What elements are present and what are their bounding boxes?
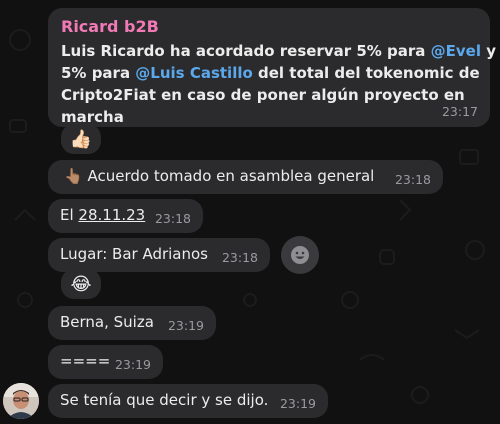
- message-time: 23:18: [154, 211, 191, 226]
- message-text: Lugar: Bar Adrianos: [60, 245, 209, 263]
- message-time: 23:19: [167, 318, 204, 333]
- add-reaction-button[interactable]: [281, 236, 319, 274]
- message-text: Se tenía que decir y se dijo.: [60, 391, 269, 409]
- sender-name[interactable]: Ricard b2B: [61, 16, 478, 40]
- reaction-thumbs-up[interactable]: 👍🏻: [61, 124, 101, 154]
- message-bubble-1[interactable]: Ricard b2B Luis Ricardo ha acordado rese…: [48, 8, 496, 127]
- mention-evel[interactable]: @Evel: [431, 42, 481, 60]
- mention-luis-castillo[interactable]: @Luis Castillo: [135, 64, 253, 82]
- laughing-icon: 😂: [70, 273, 92, 295]
- reaction-laughing[interactable]: 😂: [61, 269, 101, 299]
- sender-avatar[interactable]: [3, 383, 39, 419]
- pointing-up-icon: 👆🏽: [64, 167, 83, 185]
- date-link[interactable]: 28.11.23: [78, 206, 145, 224]
- message-bubble-5[interactable]: Berna, Suiza 23:19: [48, 306, 216, 340]
- message-time: 23:18: [394, 172, 431, 187]
- message-text: Berna, Suiza: [60, 313, 154, 331]
- message-bubble-4[interactable]: Lugar: Bar Adrianos 23:18: [48, 238, 270, 272]
- message-bubble-3[interactable]: El 28.11.23 23:18: [48, 199, 203, 233]
- smiley-icon: [291, 246, 309, 264]
- message-time: 23:19: [114, 357, 151, 372]
- avatar-photo: [3, 383, 39, 419]
- message-time: 23:17: [441, 104, 478, 119]
- message-bubble-2[interactable]: 👆🏽 Acuerdo tomado en asamblea general 23…: [48, 160, 443, 194]
- message-text: ====: [60, 352, 111, 370]
- message-bubble-7[interactable]: Se tenía que decir y se dijo. 23:19: [48, 384, 328, 418]
- message-text: 👆🏽 Acuerdo tomado en asamblea general: [64, 167, 375, 185]
- message-text: El 28.11.23: [60, 206, 146, 224]
- thumbs-up-icon: 👍🏻: [69, 128, 93, 150]
- message-text: Luis Ricardo ha acordado reservar 5% par…: [61, 42, 496, 126]
- message-time: 23:19: [279, 396, 316, 411]
- message-bubble-6[interactable]: ==== 23:19: [48, 345, 163, 379]
- message-time: 23:18: [221, 250, 258, 265]
